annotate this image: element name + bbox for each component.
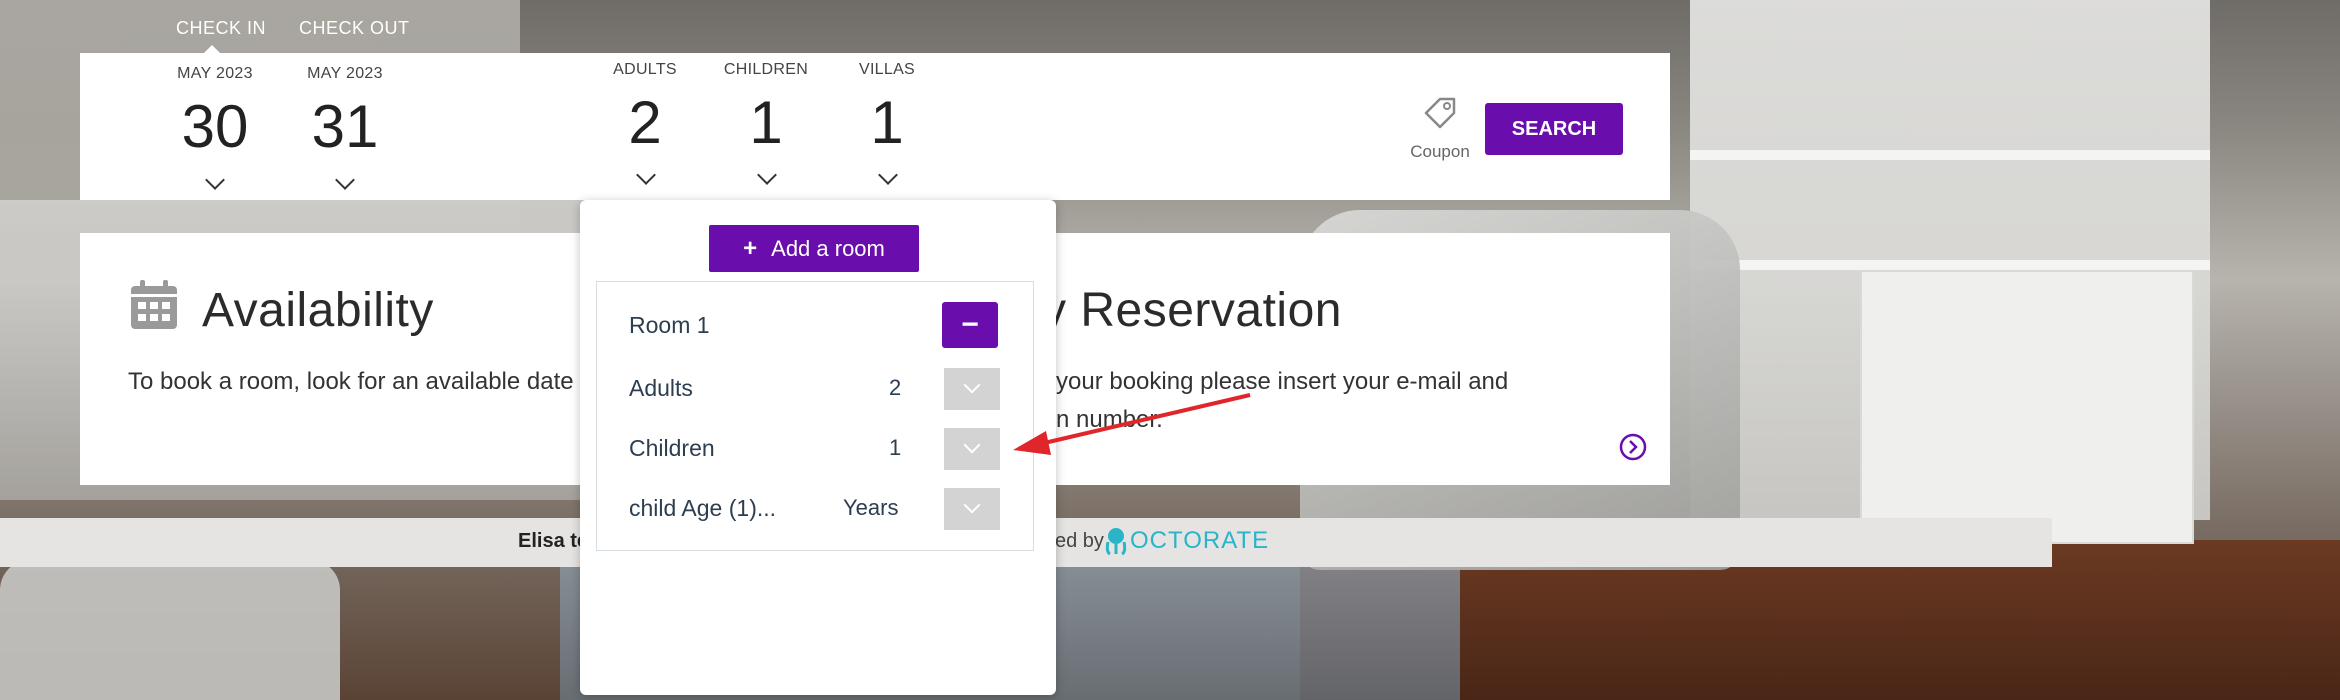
plus-icon: + xyxy=(743,234,758,262)
availability-text: To book a room, look for an available da… xyxy=(128,368,574,395)
coupon-label: Coupon xyxy=(1410,142,1470,161)
circle-chevron-right-icon[interactable] xyxy=(1619,433,1647,461)
adults-select[interactable]: 2 xyxy=(877,368,942,410)
background-shelf-board xyxy=(1690,260,2210,270)
reservation-text-line2: n number. xyxy=(1056,406,1163,433)
children-select-toggle[interactable] xyxy=(944,428,1000,470)
adults-chevron-down-icon[interactable] xyxy=(636,165,656,185)
tag-icon xyxy=(1424,97,1456,129)
availability-card: Availability To book a room, look for an… xyxy=(80,233,610,485)
villas-count: 1 xyxy=(870,89,904,156)
room-title: Room 1 xyxy=(629,312,710,338)
adults-row-label: Adults xyxy=(629,375,693,401)
background-left-chair xyxy=(0,560,340,700)
octorate-logo-icon xyxy=(1104,526,1128,561)
remove-room-button[interactable]: − xyxy=(942,302,998,348)
child-age-row-label: child Age (1)... xyxy=(629,495,777,521)
checkout-month: MAY 2023 xyxy=(307,65,383,82)
child-age-select-value: Years xyxy=(843,495,899,520)
checkin-day: 30 xyxy=(181,93,249,160)
children-count: 1 xyxy=(749,89,783,156)
tab-check-out[interactable]: CHECK OUT xyxy=(299,18,410,39)
chevron-down-icon xyxy=(963,436,981,454)
add-room-button[interactable]: + Add a room xyxy=(709,225,919,272)
reservation-card: y Reservation your booking please insert… xyxy=(1000,233,1670,485)
footer-powered-by: ed by xyxy=(1055,530,1104,552)
room-dropdown-panel: + Add a room Room 1 − Adults 2 Children 1… xyxy=(580,200,1056,695)
child-age-select-toggle[interactable] xyxy=(944,488,1000,530)
children-select-value: 1 xyxy=(889,435,902,460)
checkin-month: MAY 2023 xyxy=(177,65,253,82)
children-chevron-down-icon[interactable] xyxy=(757,165,777,185)
villas-selector[interactable]: VILLAS 1 xyxy=(847,61,927,153)
children-row-label: Children xyxy=(629,435,715,461)
chevron-down-icon xyxy=(963,376,981,394)
reservation-title: y Reservation xyxy=(1042,284,1342,337)
villas-caption: VILLAS xyxy=(858,61,916,78)
children-selector[interactable]: CHILDREN 1 xyxy=(716,61,816,153)
tab-check-in[interactable]: CHECK IN xyxy=(176,18,266,39)
coupon-button[interactable]: Coupon xyxy=(1410,95,1470,162)
adults-caption: ADULTS xyxy=(613,61,677,78)
room-1-box: Room 1 − Adults 2 Children 1 child Age (… xyxy=(596,281,1034,551)
checkin-date[interactable]: MAY 2023 30 xyxy=(160,65,270,157)
calendar-icon xyxy=(131,280,177,329)
villas-chevron-down-icon[interactable] xyxy=(878,165,898,185)
footer-hotel-name: Elisa te xyxy=(518,530,589,552)
availability-title: Availability xyxy=(202,284,434,337)
checkin-chevron-down-icon[interactable] xyxy=(205,170,225,190)
background-shelf-board xyxy=(1690,150,2210,160)
checkout-chevron-down-icon[interactable] xyxy=(335,170,355,190)
add-room-label: Add a room xyxy=(771,235,885,261)
background-cabinet xyxy=(1860,270,2194,544)
adults-select-toggle[interactable] xyxy=(944,368,1000,410)
reservation-text-line1: your booking please insert your e-mail a… xyxy=(1056,368,1509,395)
checkout-day: 31 xyxy=(311,93,379,160)
children-caption: CHILDREN xyxy=(723,61,809,78)
adults-select-value: 2 xyxy=(889,375,902,400)
footer-brand[interactable]: OCTORATE xyxy=(1130,527,1269,555)
checkout-date[interactable]: MAY 2023 31 xyxy=(290,65,400,157)
search-button[interactable]: SEARCH xyxy=(1485,103,1623,155)
chevron-down-icon xyxy=(963,496,981,514)
adults-selector[interactable]: ADULTS 2 xyxy=(605,61,685,153)
children-select[interactable]: 1 xyxy=(877,428,942,470)
adults-count: 2 xyxy=(628,89,662,156)
child-age-select[interactable]: Years xyxy=(827,488,942,530)
